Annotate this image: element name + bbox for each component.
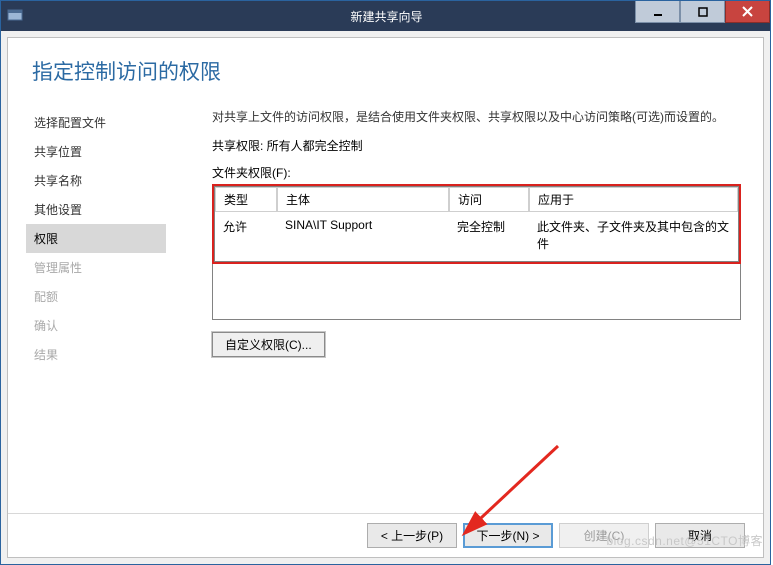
col-type[interactable]: 类型 (215, 187, 277, 212)
customize-permissions-button[interactable]: 自定义权限(C)... (212, 332, 325, 357)
col-apply[interactable]: 应用于 (529, 187, 738, 212)
previous-button[interactable]: < 上一步(P) (367, 523, 457, 548)
col-access[interactable]: 访问 (449, 187, 529, 212)
content-pane: 指定控制访问的权限 选择配置文件 共享位置 共享名称 其他设置 权限 管理属性 … (7, 37, 764, 558)
sidebar-item-result: 结果 (34, 340, 198, 369)
cell-access: 完全控制 (449, 215, 529, 255)
sidebar-item-location[interactable]: 共享位置 (34, 137, 198, 166)
wizard-window: 新建共享向导 指定控制访问的权限 选择配置文件 共享位置 共享名称 其他设置 权… (0, 0, 771, 565)
main-panel: 对共享上文件的访问权限，是结合使用文件夹权限、共享权限以及中心访问策略(可选)而… (198, 104, 763, 513)
cell-subject: SINA\IT Support (277, 215, 449, 255)
sidebar: 选择配置文件 共享位置 共享名称 其他设置 权限 管理属性 配额 确认 结果 (8, 104, 198, 513)
folder-permission-label: 文件夹权限(F): (212, 164, 741, 181)
app-icon (7, 8, 23, 24)
cancel-button[interactable]: 取消 (655, 523, 745, 548)
close-button[interactable] (725, 1, 770, 23)
cell-type: 允许 (215, 215, 277, 255)
sidebar-item-other[interactable]: 其他设置 (34, 195, 198, 224)
titlebar: 新建共享向导 (1, 1, 770, 31)
table-row[interactable]: 允许 SINA\IT Support 完全控制 此文件夹、子文件夹及其中包含的文… (215, 212, 738, 261)
sidebar-item-quota: 配额 (34, 282, 198, 311)
table-empty-space (212, 264, 741, 320)
table-header: 类型 主体 访问 应用于 (215, 187, 738, 212)
share-permission-label: 共享权限: 所有人都完全控制 (212, 137, 741, 154)
next-button[interactable]: 下一步(N) > (463, 523, 553, 548)
sidebar-item-confirm: 确认 (34, 311, 198, 340)
button-bar: < 上一步(P) 下一步(N) > 创建(C) 取消 (8, 513, 763, 557)
minimize-button[interactable] (635, 1, 680, 23)
sidebar-item-name[interactable]: 共享名称 (34, 166, 198, 195)
sidebar-item-permissions[interactable]: 权限 (26, 224, 166, 253)
cell-apply: 此文件夹、子文件夹及其中包含的文件 (529, 215, 738, 255)
highlighted-region: 类型 主体 访问 应用于 允许 SINA\IT Support 完全控制 此文件… (212, 184, 741, 264)
permissions-table[interactable]: 类型 主体 访问 应用于 允许 SINA\IT Support 完全控制 此文件… (214, 186, 739, 262)
description-text: 对共享上文件的访问权限，是结合使用文件夹权限、共享权限以及中心访问策略(可选)而… (212, 108, 741, 125)
create-button: 创建(C) (559, 523, 649, 548)
col-subject[interactable]: 主体 (277, 187, 449, 212)
maximize-button[interactable] (680, 1, 725, 23)
sidebar-item-profile[interactable]: 选择配置文件 (34, 108, 198, 137)
page-title: 指定控制访问的权限 (8, 38, 763, 104)
sidebar-item-mgmt: 管理属性 (34, 253, 198, 282)
